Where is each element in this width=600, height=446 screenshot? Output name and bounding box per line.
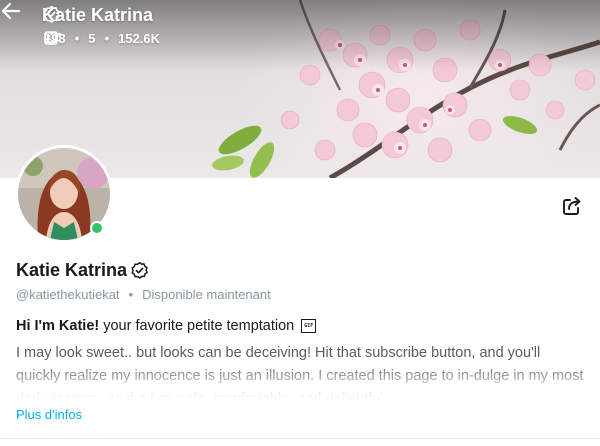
bio-greeting: Hi I'm Katie!	[16, 318, 100, 334]
stat-separator: •	[74, 31, 80, 46]
handle-separator: •	[128, 287, 134, 302]
videos-count: 5	[88, 31, 96, 46]
header-title: Katie Katrina	[42, 5, 153, 26]
cover-banner: Katie Katrina 193 • 5 • 152.6K	[0, 0, 600, 178]
verified-badge-icon	[43, 5, 60, 23]
more-info-link[interactable]: Plus d'infos	[16, 407, 82, 422]
stat-separator: •	[104, 31, 110, 46]
heart-icon	[44, 31, 59, 45]
likes-stat: 152.6K	[44, 31, 160, 46]
bio-tagline: your favorite petite temptation	[103, 318, 295, 334]
gif-icon: GIF	[301, 319, 317, 333]
profile-name: Katie Katrina	[16, 260, 149, 281]
arrow-left-icon[interactable]	[0, 0, 22, 22]
likes-count: 152.6K	[118, 31, 160, 46]
bio-fade-overlay	[0, 362, 600, 402]
share-icon[interactable]	[561, 195, 583, 217]
handle-line: @katiethekutiekat • Disponible maintenan…	[16, 287, 271, 302]
divider	[0, 438, 600, 439]
availability-status: Disponible maintenant	[142, 287, 271, 302]
header-stats: 193 • 5 • 152.6K	[44, 31, 160, 46]
profile-name-text: Katie Katrina	[16, 260, 128, 280]
verified-badge-icon	[131, 261, 148, 279]
profile-handle: @katiethekutiekat	[16, 287, 120, 302]
online-status-dot	[90, 221, 104, 235]
bio-headline: Hi I'm Katie! your favorite petite tempt…	[16, 318, 317, 334]
videos-stat: 5	[44, 31, 96, 46]
